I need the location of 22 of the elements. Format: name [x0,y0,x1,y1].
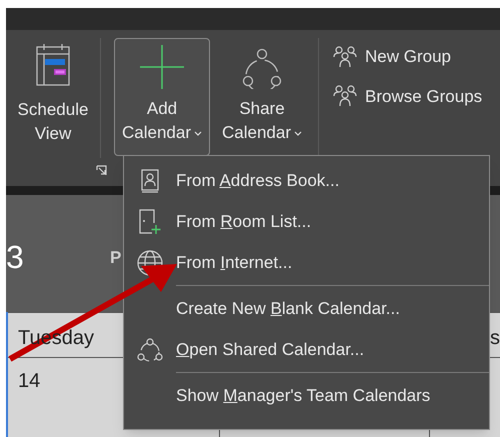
people-icon [333,46,357,68]
menu-item[interactable]: From Room List... [176,208,312,234]
group-button[interactable]: Browse Groups [333,84,482,109]
share-calendar-button[interactable]: Share Calendar [214,38,310,156]
header-text: P [110,247,122,269]
menu-item[interactable]: From Internet... [176,250,292,276]
add-calendar-button[interactable]: Add Calendar [114,38,210,156]
caret-icon [194,130,202,136]
group-button[interactable]: New Group [333,44,482,70]
schedule-view-icon [36,44,70,86]
share-icon [137,338,163,362]
plus-icon [140,45,184,89]
dialog-launcher-icon[interactable] [96,165,107,176]
date-number: 3 [6,239,24,275]
contact-card-icon [141,168,159,192]
menu-item[interactable]: From Address Book... [176,168,340,194]
menu-item[interactable]: Create New Blank Calendar... [176,296,400,322]
door-plus-icon [139,208,161,234]
day-header: s [490,326,500,351]
caret-icon [294,130,302,136]
people-icon [333,85,357,108]
schedule-view-button[interactable]: Schedule View [18,98,88,146]
